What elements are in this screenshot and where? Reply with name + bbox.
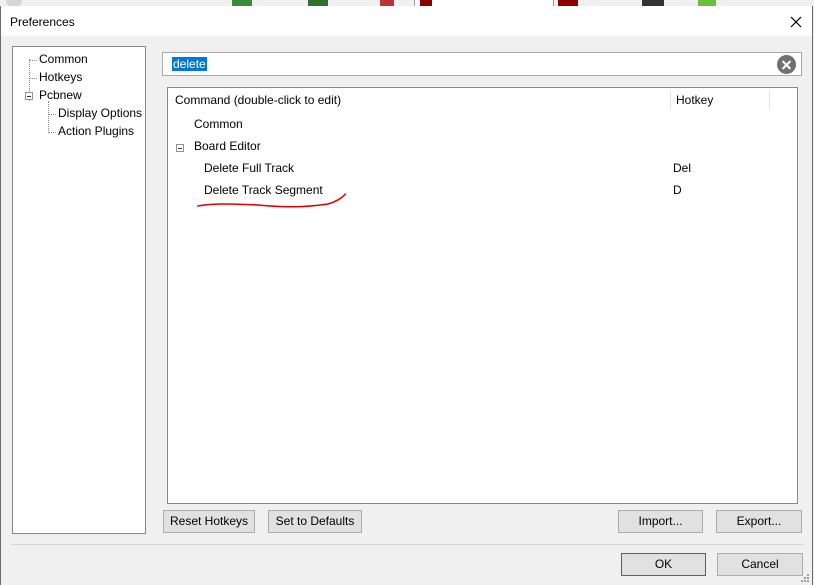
red-underline-annotation bbox=[197, 193, 346, 208]
collapse-icon[interactable] bbox=[25, 92, 33, 100]
hotkey-cell[interactable]: D bbox=[673, 183, 682, 197]
search-input[interactable]: delete bbox=[162, 52, 802, 76]
set-to-defaults-button[interactable]: Set to Defaults bbox=[268, 510, 362, 533]
tree-line bbox=[48, 132, 56, 133]
group-row-common[interactable]: Common bbox=[194, 117, 243, 131]
column-separator[interactable] bbox=[769, 90, 770, 110]
search-value: delete bbox=[172, 57, 207, 71]
close-icon[interactable] bbox=[786, 12, 806, 32]
tree-item-hotkeys[interactable]: Hotkeys bbox=[39, 70, 82, 84]
resize-grip-icon[interactable] bbox=[801, 574, 809, 582]
cancel-button[interactable]: Cancel bbox=[717, 553, 803, 576]
command-row-delete-full-track[interactable]: Delete Full Track bbox=[204, 161, 294, 175]
clear-search-icon[interactable] bbox=[777, 55, 796, 74]
tree-line bbox=[48, 101, 49, 133]
hotkey-cell[interactable]: Del bbox=[673, 161, 691, 175]
column-separator[interactable] bbox=[670, 90, 671, 110]
dialog-title: Preferences bbox=[10, 15, 75, 29]
tree-line bbox=[29, 60, 37, 61]
column-header-command[interactable]: Command (double-click to edit) bbox=[175, 88, 341, 112]
column-header-hotkey[interactable]: Hotkey bbox=[676, 88, 713, 112]
tree-item-pcbnew[interactable]: Pcbnew bbox=[39, 88, 82, 102]
export-button[interactable]: Export... bbox=[716, 510, 802, 533]
tree-line bbox=[48, 114, 56, 115]
preferences-dialog: Preferences Common Hotkeys Pcbnew Displa… bbox=[0, 6, 813, 585]
reset-hotkeys-button[interactable]: Reset Hotkeys bbox=[163, 510, 255, 533]
tree-item-common[interactable]: Common bbox=[39, 52, 88, 66]
ok-button[interactable]: OK bbox=[621, 553, 706, 576]
tree-line bbox=[29, 78, 37, 79]
preferences-tree[interactable]: Common Hotkeys Pcbnew Display Options Ac… bbox=[12, 46, 146, 534]
tree-item-action-plugins[interactable]: Action Plugins bbox=[58, 124, 134, 138]
hotkeys-grid[interactable]: Command (double-click to edit) Hotkey Co… bbox=[167, 87, 798, 504]
group-row-board-editor[interactable]: Board Editor bbox=[194, 139, 261, 153]
collapse-icon[interactable] bbox=[176, 144, 184, 152]
divider bbox=[11, 544, 804, 545]
import-button[interactable]: Import... bbox=[618, 510, 703, 533]
tree-item-display-options[interactable]: Display Options bbox=[58, 106, 142, 120]
title-bar: Preferences bbox=[1, 6, 812, 36]
